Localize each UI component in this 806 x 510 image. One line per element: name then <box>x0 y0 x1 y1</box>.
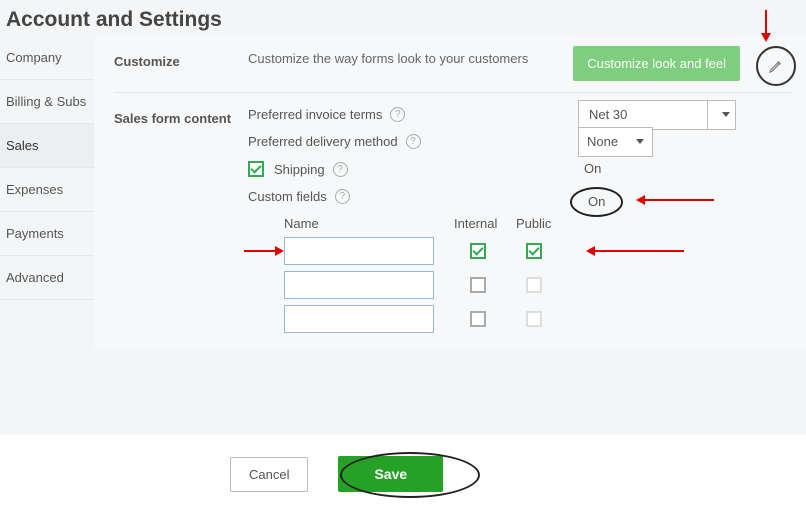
footer: Cancel Save <box>0 435 806 510</box>
annotation-arrow-icon <box>765 10 767 34</box>
chevron-down-icon <box>722 112 730 117</box>
shipping-status: On <box>584 161 601 176</box>
cf-internal-checkbox-3[interactable] <box>470 311 486 327</box>
customize-look-button[interactable]: Customize look and feel <box>573 46 740 81</box>
cf-public-checkbox-2[interactable] <box>526 277 542 293</box>
help-icon[interactable]: ? <box>390 107 405 122</box>
custom-fields-status: On <box>588 194 605 209</box>
help-icon[interactable]: ? <box>335 189 350 204</box>
pencil-icon <box>768 58 784 74</box>
sidebar-item-expenses[interactable]: Expenses <box>0 168 94 212</box>
custom-fields-label: Custom fields <box>248 189 327 204</box>
delivery-method-select[interactable]: None <box>578 127 653 157</box>
cf-header-internal: Internal <box>454 216 516 231</box>
cf-public-checkbox-3[interactable] <box>526 311 542 327</box>
sidebar: Company Billing & Subs Sales Expenses Pa… <box>0 36 94 349</box>
chevron-down-icon <box>636 139 644 144</box>
help-icon[interactable]: ? <box>333 162 348 177</box>
invoice-terms-select[interactable]: Net 30 <box>578 100 736 130</box>
sidebar-item-billing[interactable]: Billing & Subs <box>0 80 94 124</box>
customize-description: Customize the way forms look to your cus… <box>248 51 528 66</box>
cf-name-input-2[interactable] <box>284 271 434 299</box>
cancel-button[interactable]: Cancel <box>230 457 308 492</box>
annotation-arrowhead-icon <box>586 246 595 256</box>
annotation-arrowhead-icon <box>636 195 645 205</box>
page-title: Account and Settings <box>0 0 806 36</box>
shipping-label: Shipping <box>274 162 325 177</box>
annotation-arrow-icon <box>594 250 684 252</box>
cf-name-input-3[interactable] <box>284 305 434 333</box>
annotation-arrow-icon <box>244 250 276 252</box>
cf-internal-checkbox-2[interactable] <box>470 277 486 293</box>
annotation-arrow-icon <box>644 199 714 201</box>
sidebar-item-sales[interactable]: Sales <box>0 124 94 168</box>
edit-section-button[interactable] <box>756 46 796 86</box>
section-label-salesform: Sales form content <box>114 107 248 126</box>
cf-public-checkbox-1[interactable] <box>526 243 542 259</box>
sidebar-item-advanced[interactable]: Advanced <box>0 256 94 300</box>
content-area: Customize Customize the way forms look t… <box>94 36 806 349</box>
help-icon[interactable]: ? <box>406 134 421 149</box>
section-label-customize: Customize <box>114 50 248 69</box>
cf-header-name: Name <box>284 216 454 231</box>
cf-internal-checkbox-1[interactable] <box>470 243 486 259</box>
sidebar-item-payments[interactable]: Payments <box>0 212 94 256</box>
annotation-arrowhead-icon <box>761 33 771 42</box>
annotation-circle-icon <box>340 452 480 498</box>
sidebar-item-company[interactable]: Company <box>0 36 94 80</box>
invoice-terms-label: Preferred invoice terms <box>248 107 382 122</box>
shipping-checkbox[interactable] <box>248 161 264 177</box>
delivery-method-label: Preferred delivery method <box>248 134 398 149</box>
cf-header-public: Public <box>516 216 566 231</box>
cf-name-input-1[interactable] <box>284 237 434 265</box>
annotation-circle-icon: On <box>570 187 623 217</box>
annotation-arrowhead-icon <box>275 246 284 256</box>
